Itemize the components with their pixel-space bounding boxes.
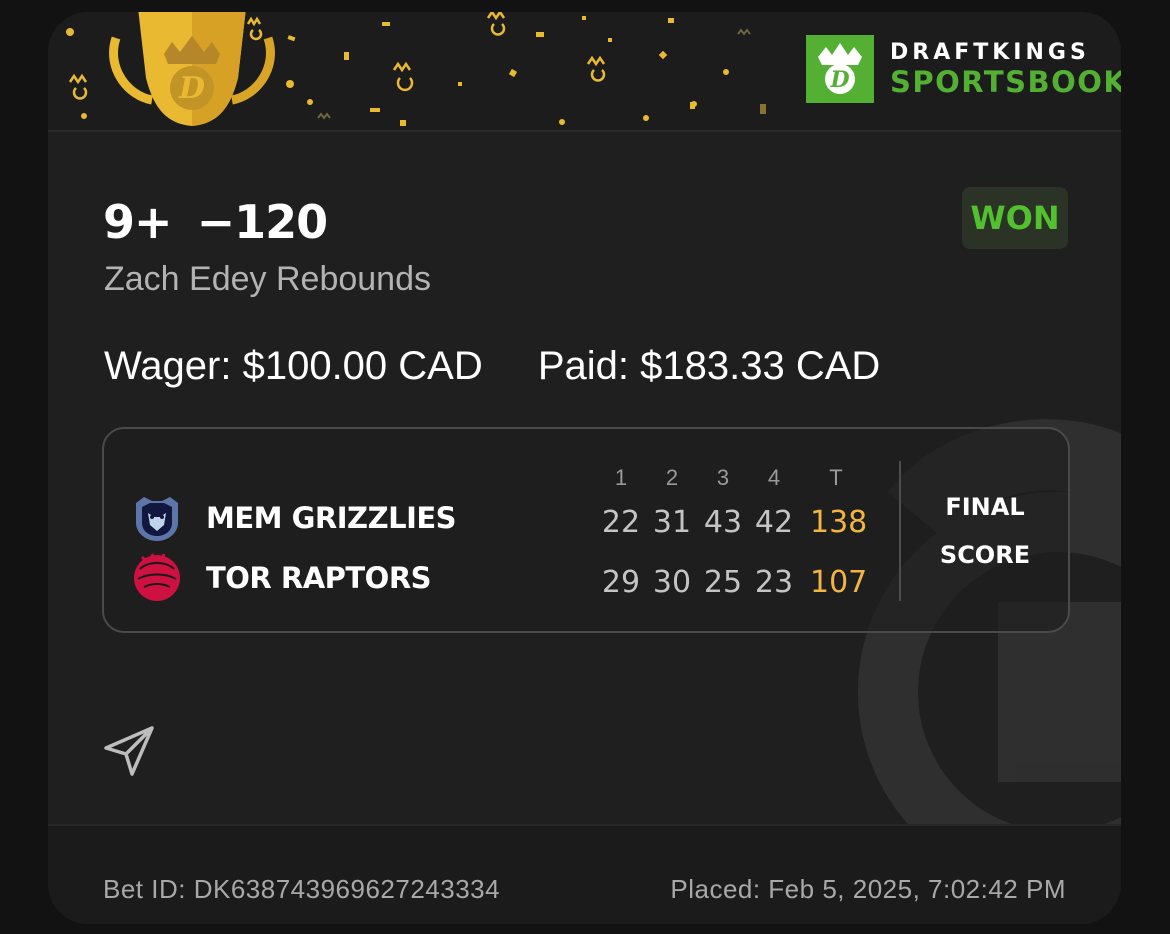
period-header: T [829,465,843,490]
wager-label: Wager: [104,344,232,388]
total-score: 138 [810,505,868,540]
svg-text:D: D [829,67,849,93]
status-badge: WON [962,187,1068,249]
paid-label: Paid: [537,344,630,388]
brand-name: DRAFTKINGS [890,39,1090,65]
svg-text:D: D [178,71,205,106]
brand-subname: SPORTSBOOK [890,64,1121,99]
share-send-icon[interactable] [102,724,156,778]
period-header: 3 [716,465,730,490]
celebration-banner: D D DRAFTKINGS SPORTSBOOK [48,12,1121,132]
period-score: 29 [601,565,641,600]
raptors-logo-icon [134,553,180,601]
total-score: 107 [810,565,868,600]
placed-timestamp: Placed: Feb 5, 2025, 7:02:42 PM [670,874,1066,904]
bet-odds: −120 [196,195,329,249]
period-header: 4 [767,465,781,490]
period-score: 30 [652,565,692,600]
period-score: 31 [652,505,692,540]
period-header: 1 [614,465,628,490]
period-header: 2 [665,465,679,490]
scoreboard: 1 2 3 4 T MEM GRIZZLIES 22 31 43 42 138 … [102,427,1070,633]
wager-value: $100.00 CAD [242,344,483,388]
scoreboard-divider [899,461,901,601]
bet-market: Zach Edey Rebounds [104,260,431,298]
final-label: FINAL [945,493,1025,521]
bet-headline: 9+ −120 [103,195,329,249]
brand-logo: D DRAFTKINGS SPORTSBOOK [806,35,1121,103]
period-score: 22 [601,505,641,540]
final-label: SCORE [939,541,1031,569]
bet-selection: 9+ [103,195,173,249]
bet-id: Bet ID: DK638743969627243334 [103,874,501,904]
paid-value: $183.33 CAD [640,344,881,388]
team-name: MEM GRIZZLIES [206,501,457,535]
team-name: TOR RAPTORS [206,561,432,595]
bet-card: D D DRAFTKINGS SPORTSBOOK 9+ −120 WON Za… [48,12,1121,924]
grizzlies-logo-icon [136,497,178,541]
period-score: 42 [754,505,794,540]
draftkings-crown-d-icon: D [806,35,874,103]
bet-footer: Bet ID: DK638743969627243334 Placed: Feb… [48,824,1121,924]
period-score: 23 [754,565,794,600]
period-score: 25 [703,565,743,600]
wager-summary: Wager: $100.00 CAD Paid: $183.33 CAD [104,344,880,389]
trophy-icon: D [109,12,275,126]
period-score: 43 [703,505,743,540]
